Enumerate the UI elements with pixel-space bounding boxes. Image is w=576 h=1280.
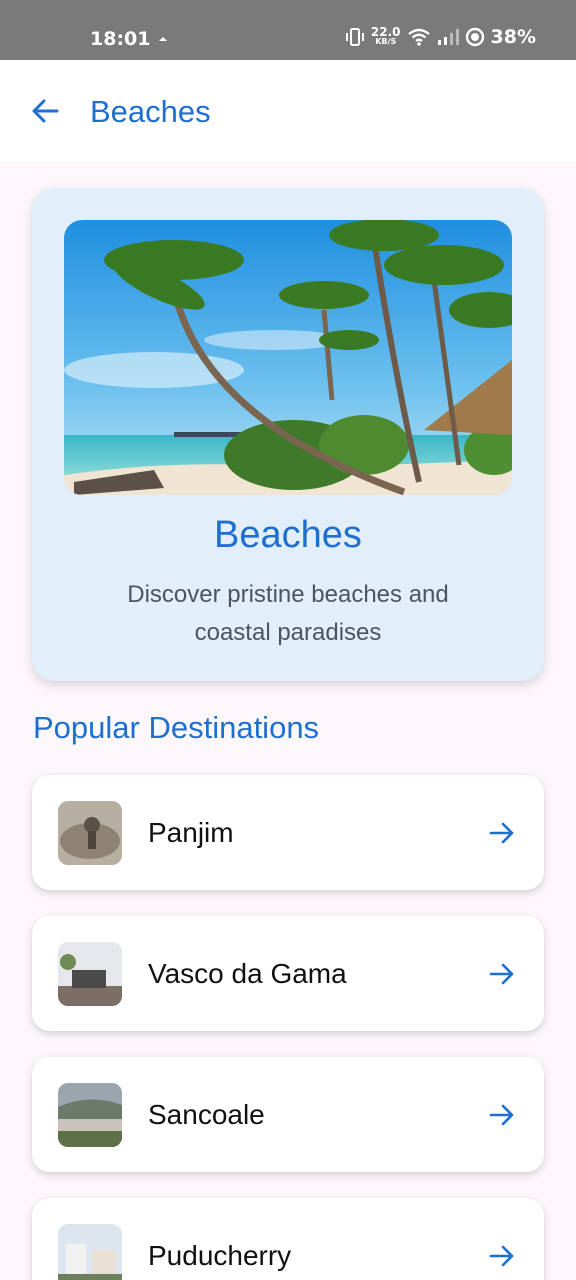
network-speed-unit: KB/S <box>375 37 397 46</box>
destination-item-panjim[interactable]: Panjim <box>32 775 544 890</box>
destination-item-vasco-da-gama[interactable]: Vasco da Gama <box>32 916 544 1031</box>
panjim-thumbnail <box>58 801 122 865</box>
arrow-right-icon <box>489 1245 514 1267</box>
battery-ring-icon <box>465 27 484 47</box>
notification-dot-icon <box>159 37 167 41</box>
arrow-right-icon <box>489 822 514 844</box>
hero-title: Beaches <box>214 514 362 556</box>
hero-description: Discover pristine beaches and coastal pa… <box>127 581 449 646</box>
network-speed-value: 22.0 <box>370 25 401 39</box>
status-time: 18:01 <box>90 28 151 50</box>
arrow-right-icon <box>489 1104 514 1126</box>
network-speed: 22.0 KB/S <box>370 25 401 46</box>
destination-name: Sancoale <box>148 1099 265 1130</box>
destination-item-puducherry[interactable]: Puducherry <box>32 1198 544 1280</box>
tropical-beach-palms-image <box>64 220 512 495</box>
vasco-da-gama-thumbnail <box>58 942 122 1006</box>
section-title: Popular Destinations <box>33 710 320 745</box>
arrow-left-icon <box>32 99 59 123</box>
destination-name: Panjim <box>148 817 234 848</box>
destination-item-sancoale[interactable]: Sancoale <box>32 1057 544 1172</box>
app-bar: Beaches <box>0 60 576 162</box>
status-bar: 18:01 22.0 KB/S 38% <box>0 0 576 60</box>
category-hero-card: Beaches Discover pristine beaches and co… <box>32 188 544 681</box>
back-button[interactable] <box>28 94 62 128</box>
wifi-icon <box>407 28 430 46</box>
battery-percent: 38% <box>490 26 536 48</box>
arrow-right-icon <box>489 963 514 985</box>
signal-icon <box>437 29 459 45</box>
puducherry-thumbnail <box>58 1224 122 1280</box>
sancoale-thumbnail <box>58 1083 122 1147</box>
destination-name: Vasco da Gama <box>148 958 347 989</box>
destination-name: Puducherry <box>148 1240 292 1271</box>
page-title: Beaches <box>90 94 211 129</box>
vibrate-icon <box>345 28 364 46</box>
status-icons: 22.0 KB/S 38% <box>345 26 536 48</box>
